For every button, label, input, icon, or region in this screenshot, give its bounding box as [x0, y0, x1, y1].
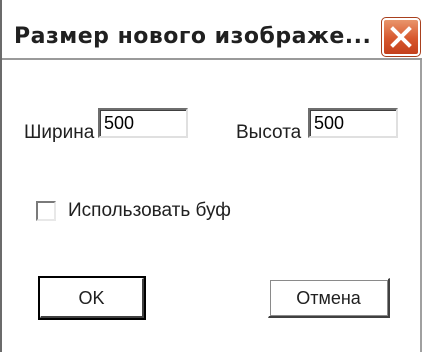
height-input[interactable]: [308, 108, 398, 138]
cancel-button[interactable]: Отмена: [268, 278, 390, 318]
ok-button[interactable]: OK: [38, 276, 146, 320]
height-label: Высота: [236, 122, 302, 143]
close-icon: [390, 26, 412, 48]
close-button[interactable]: [381, 17, 421, 57]
width-label: Ширина: [24, 122, 95, 143]
new-image-size-dialog: Размер нового изображе... Ширина Высота …: [0, 0, 422, 352]
width-input[interactable]: [98, 108, 188, 138]
dialog-title: Размер нового изображе...: [14, 24, 372, 49]
title-bar[interactable]: Размер нового изображе...: [2, 0, 422, 60]
use-buffer-label[interactable]: Использовать буф: [68, 200, 231, 222]
use-buffer-checkbox[interactable]: [36, 201, 56, 221]
